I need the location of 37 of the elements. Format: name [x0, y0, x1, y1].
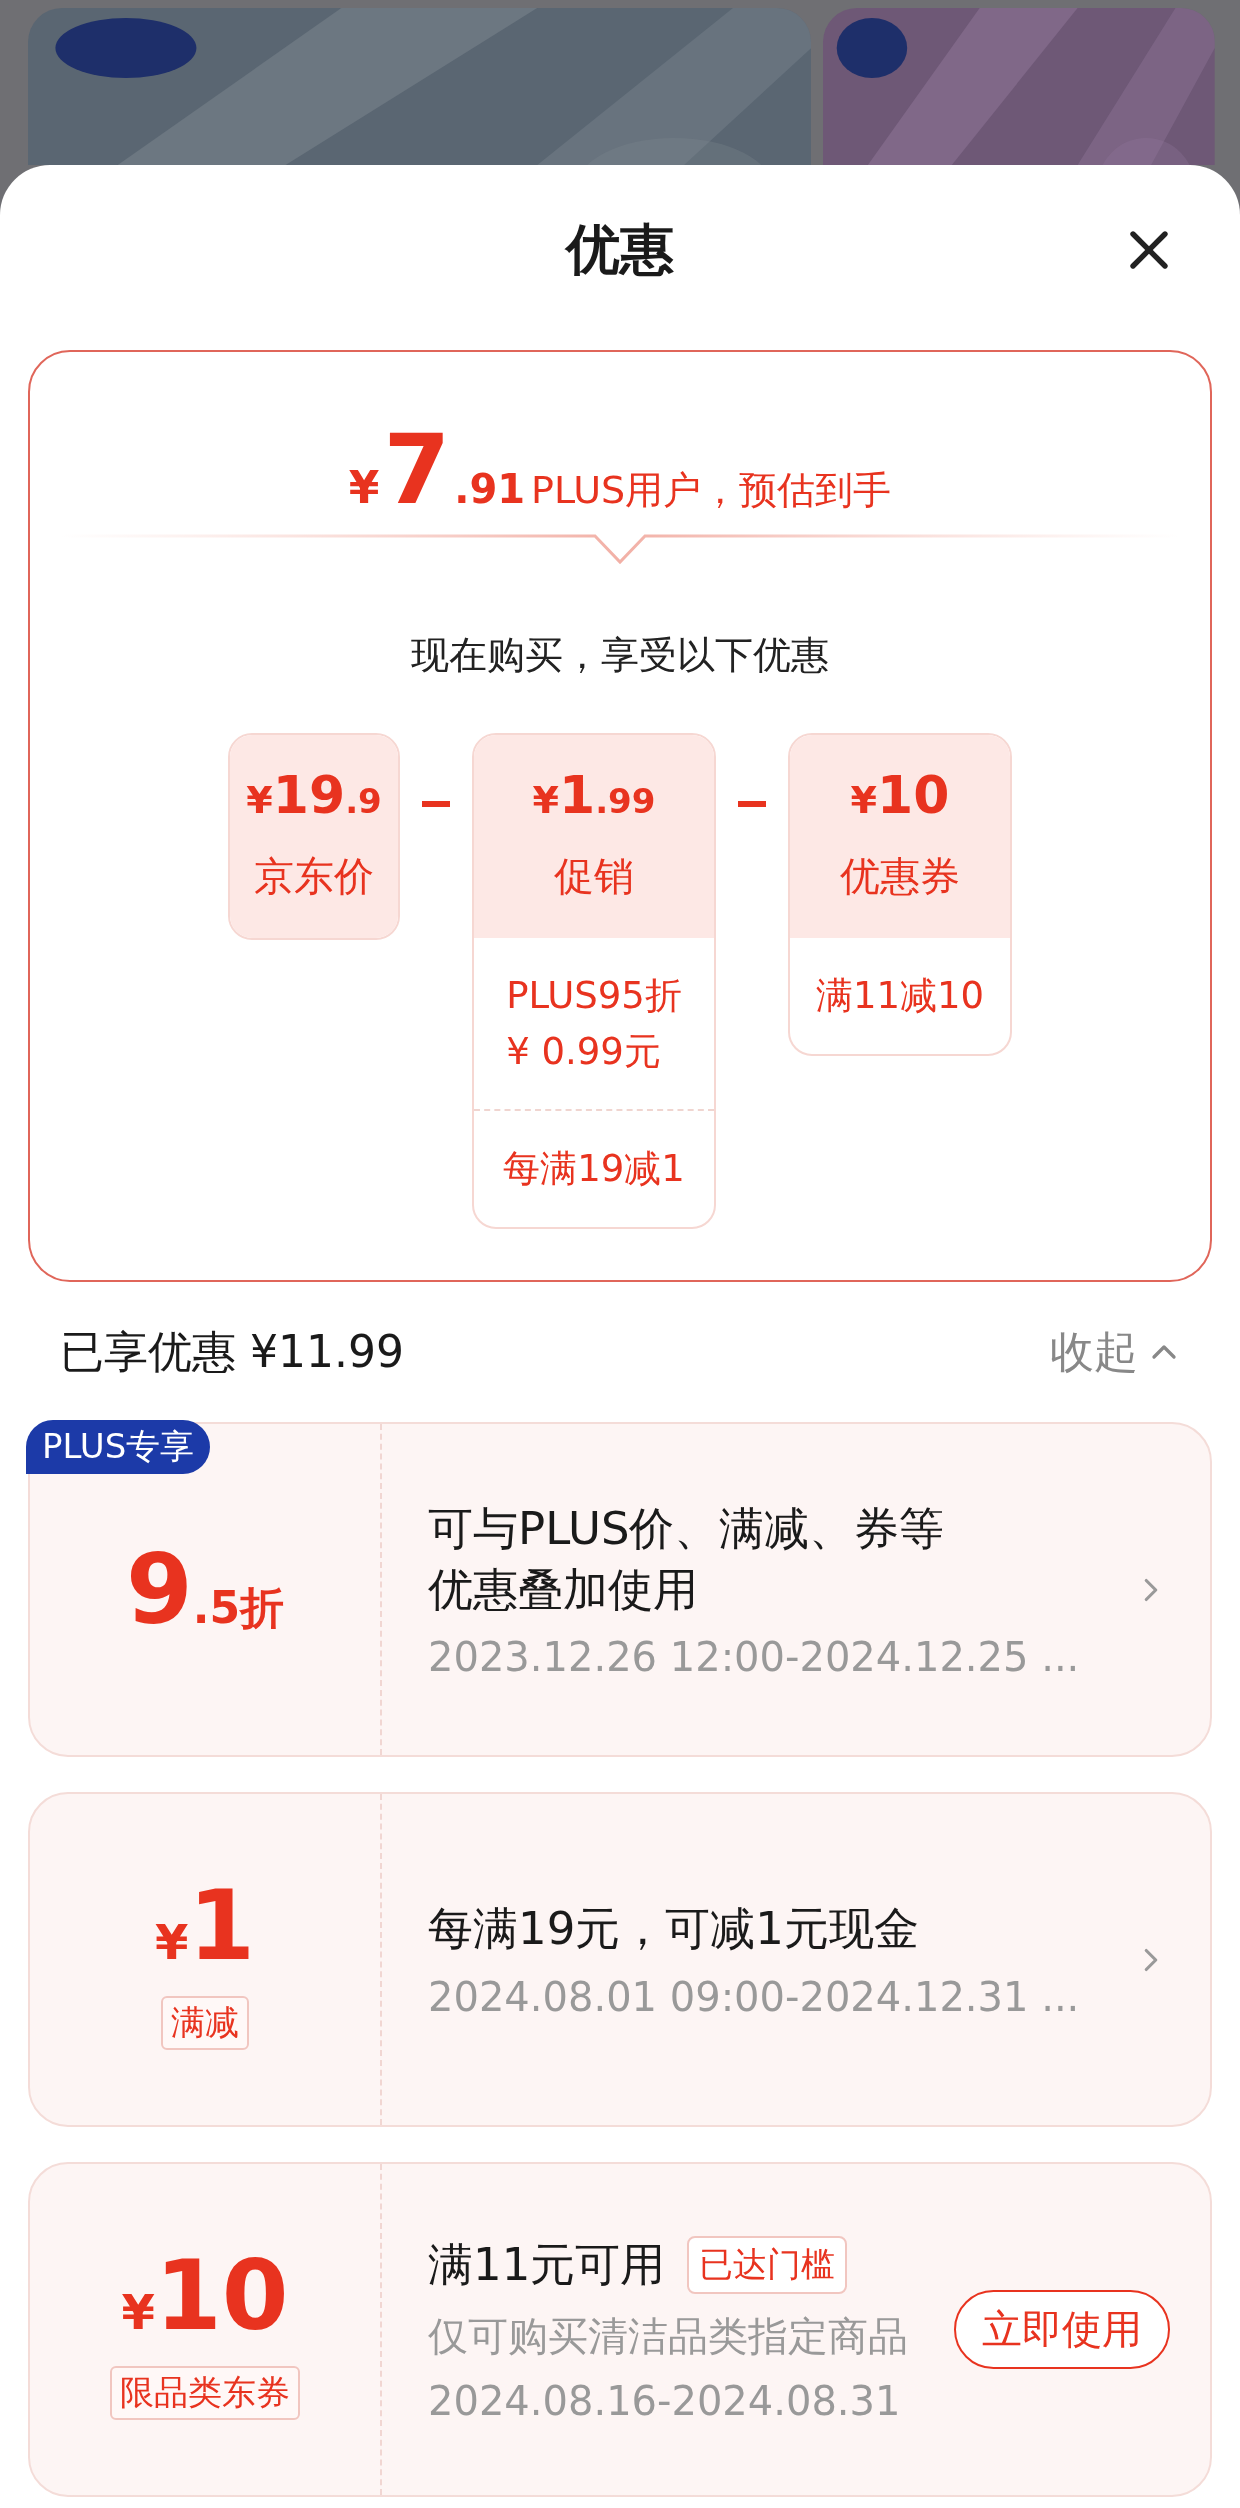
sheet-title: 优惠	[566, 216, 674, 283]
offer-value: 9.5折	[125, 1533, 285, 1646]
minus-icon	[738, 801, 766, 807]
component-amount: ¥1.99	[532, 765, 656, 825]
offer-type-tag: 限品类东券	[110, 2365, 300, 2420]
offer-type-tag: 满减	[161, 1995, 249, 2050]
price-integer: 7	[383, 414, 451, 526]
offer-card[interactable]: ¥1 满减 每满19元，可减1元现金 2024.08.01 09:00-2024.12.31 ...	[28, 1792, 1212, 2127]
component-label: 促销	[554, 852, 634, 901]
offer-period: 2023.12.26 12:00-2024.12.25 ...	[428, 1634, 1081, 1681]
component-detail: 每满19减1	[503, 1146, 685, 1192]
subtitle: 现在购买，享受以下优惠	[411, 632, 829, 679]
price-decimal: .91	[454, 466, 526, 512]
component-label: 京东价	[254, 852, 374, 901]
offer-card[interactable]: PLUS专享 9.5折 可与PLUS价、满减、券等 优惠叠加使用 2023.12.26 12:00-2024.12.25 ...	[28, 1422, 1212, 1757]
offer-title: 每满19元，可减1元现金	[428, 1901, 919, 1958]
component-detail: PLUS95折 ¥ 0.99元	[506, 973, 682, 1075]
plus-badge: PLUS专享	[26, 1420, 211, 1474]
use-now-button[interactable]: 立即使用	[954, 2290, 1170, 2369]
offer-card[interactable]: ¥10 限品类东券 满11元可用 已达门槛 仅可购买清洁品类指定商品 2024.08.16-2024.08.31 立即使用	[28, 2162, 1212, 2497]
price-note: PLUS用户，预估到手	[531, 467, 892, 514]
offer-title: 可与PLUS价、满减、券等 优惠叠加使用	[428, 1500, 945, 1618]
component-detail: 满11减10	[815, 973, 985, 1019]
saved-total: 已享优惠 ¥11.99	[60, 1324, 404, 1379]
minus-icon	[422, 801, 450, 807]
component-label: 优惠券	[840, 852, 960, 901]
offer-description: 仅可购买清洁品类指定商品	[428, 2312, 909, 2362]
offer-value: ¥1	[154, 1869, 256, 1982]
offer-title: 满11元可用	[428, 2236, 666, 2293]
component-amount: ¥19.9	[246, 765, 382, 825]
collapse-toggle[interactable]: 收起	[1050, 1322, 1184, 1382]
offer-period: 2024.08.16-2024.08.31	[428, 2378, 902, 2425]
status-tag: 已达门槛	[687, 2236, 848, 2294]
offer-value: ¥10	[121, 2239, 289, 2352]
offer-period: 2024.08.01 09:00-2024.12.31 ...	[428, 1973, 1081, 2020]
component-amount: ¥10	[850, 765, 950, 825]
currency-symbol: ¥	[348, 462, 380, 513]
